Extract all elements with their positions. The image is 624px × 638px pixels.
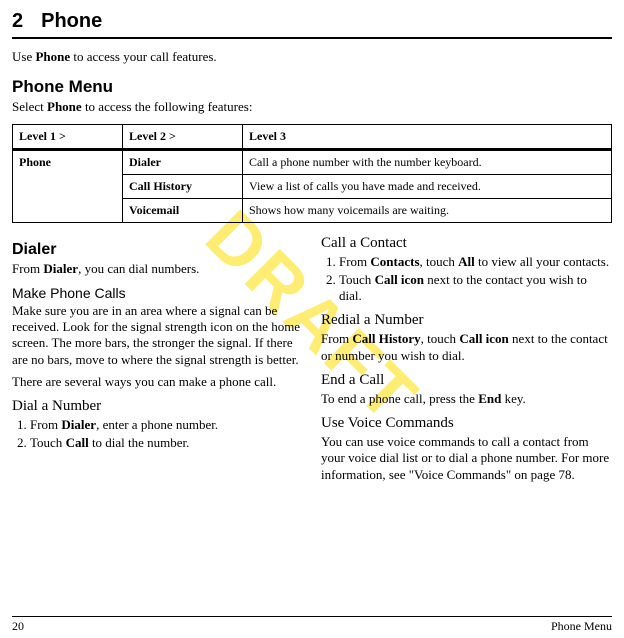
text: key. bbox=[501, 391, 525, 406]
text: , touch bbox=[421, 331, 460, 346]
table-cell-l1: Phone bbox=[13, 149, 123, 222]
table-row: Phone Dialer Call a phone number with th… bbox=[13, 149, 612, 174]
redial-a-number-paragraph: From Call History, touch Call icon next … bbox=[321, 331, 612, 364]
text: Touch bbox=[30, 435, 66, 450]
dial-a-number-list: From Dialer, enter a phone number. Touch… bbox=[12, 417, 303, 452]
text: Touch bbox=[339, 272, 375, 287]
text-bold: End bbox=[478, 391, 501, 406]
chapter-number: 2 bbox=[12, 10, 23, 32]
phone-menu-heading: Phone Menu bbox=[12, 77, 612, 97]
table-header-level3: Level 3 bbox=[243, 124, 612, 149]
text: From bbox=[321, 331, 352, 346]
dialer-heading: Dialer bbox=[12, 241, 303, 259]
redial-a-number-heading: Redial a Number bbox=[321, 312, 612, 329]
page-footer: 20 Phone Menu bbox=[12, 616, 612, 634]
make-phone-calls-p2: There are several ways you can make a ph… bbox=[12, 374, 303, 390]
table-cell-l2: Call History bbox=[123, 174, 243, 198]
right-column: Call a Contact From Contacts, touch All … bbox=[321, 235, 612, 489]
intro-paragraph: Use Phone to access your call features. bbox=[12, 49, 612, 65]
table-cell-l3: Shows how many voicemails are waiting. bbox=[243, 198, 612, 222]
chapter-heading: 2 Phone bbox=[12, 10, 612, 33]
text-bold: Call History bbox=[352, 331, 420, 346]
text: , you can dial numbers. bbox=[78, 261, 199, 276]
list-item: From Dialer, enter a phone number. bbox=[30, 417, 303, 433]
left-column: Dialer From Dialer, you can dial numbers… bbox=[12, 235, 303, 489]
list-item: Touch Call to dial the number. bbox=[30, 435, 303, 451]
menu-intro-pre: Select bbox=[12, 99, 47, 114]
table-header-level2: Level 2 > bbox=[123, 124, 243, 149]
text: , touch bbox=[420, 254, 459, 269]
list-item: Touch Call icon next to the contact you … bbox=[339, 272, 612, 305]
text: to dial the number. bbox=[89, 435, 190, 450]
text-bold: Call icon bbox=[459, 331, 508, 346]
table-cell-l3: View a list of calls you have made and r… bbox=[243, 174, 612, 198]
text-bold: Contacts bbox=[370, 254, 419, 269]
text: From bbox=[30, 417, 61, 432]
text-bold: Dialer bbox=[43, 261, 78, 276]
chapter-rule bbox=[12, 37, 612, 39]
text-bold: All bbox=[458, 254, 475, 269]
dialer-paragraph: From Dialer, you can dial numbers. bbox=[12, 261, 303, 277]
phone-menu-intro: Select Phone to access the following fea… bbox=[12, 99, 612, 115]
text-bold: Call bbox=[66, 435, 89, 450]
call-a-contact-list: From Contacts, touch All to view all you… bbox=[321, 254, 612, 305]
page-number: 20 bbox=[12, 619, 24, 634]
table-header-row: Level 1 > Level 2 > Level 3 bbox=[13, 124, 612, 149]
dial-a-number-heading: Dial a Number bbox=[12, 398, 303, 415]
menu-intro-bold: Phone bbox=[47, 99, 82, 114]
list-item: From Contacts, touch All to view all you… bbox=[339, 254, 612, 270]
make-phone-calls-p1: Make sure you are in an area where a sig… bbox=[12, 303, 303, 368]
chapter-title-text: Phone bbox=[41, 10, 102, 32]
table-cell-l2: Voicemail bbox=[123, 198, 243, 222]
text: to view all your contacts. bbox=[475, 254, 609, 269]
intro-bold: Phone bbox=[35, 49, 70, 64]
end-a-call-heading: End a Call bbox=[321, 372, 612, 389]
call-a-contact-heading: Call a Contact bbox=[321, 235, 612, 252]
table-header-level1: Level 1 > bbox=[13, 124, 123, 149]
text: From bbox=[339, 254, 370, 269]
text-bold: Dialer bbox=[61, 417, 96, 432]
footer-section: Phone Menu bbox=[551, 619, 612, 634]
text: From bbox=[12, 261, 43, 276]
table-cell-l3: Call a phone number with the number keyb… bbox=[243, 149, 612, 174]
intro-post: to access your call features. bbox=[70, 49, 217, 64]
use-voice-commands-heading: Use Voice Commands bbox=[321, 415, 612, 432]
table-cell-l2: Dialer bbox=[123, 149, 243, 174]
intro-pre: Use bbox=[12, 49, 35, 64]
text-bold: Call icon bbox=[375, 272, 424, 287]
end-a-call-paragraph: To end a phone call, press the End key. bbox=[321, 391, 612, 407]
text: , enter a phone number. bbox=[96, 417, 218, 432]
use-voice-commands-paragraph: You can use voice commands to call a con… bbox=[321, 434, 612, 483]
text: To end a phone call, press the bbox=[321, 391, 478, 406]
feature-table: Level 1 > Level 2 > Level 3 Phone Dialer… bbox=[12, 124, 612, 223]
menu-intro-post: to access the following features: bbox=[82, 99, 253, 114]
make-phone-calls-heading: Make Phone Calls bbox=[12, 285, 303, 301]
